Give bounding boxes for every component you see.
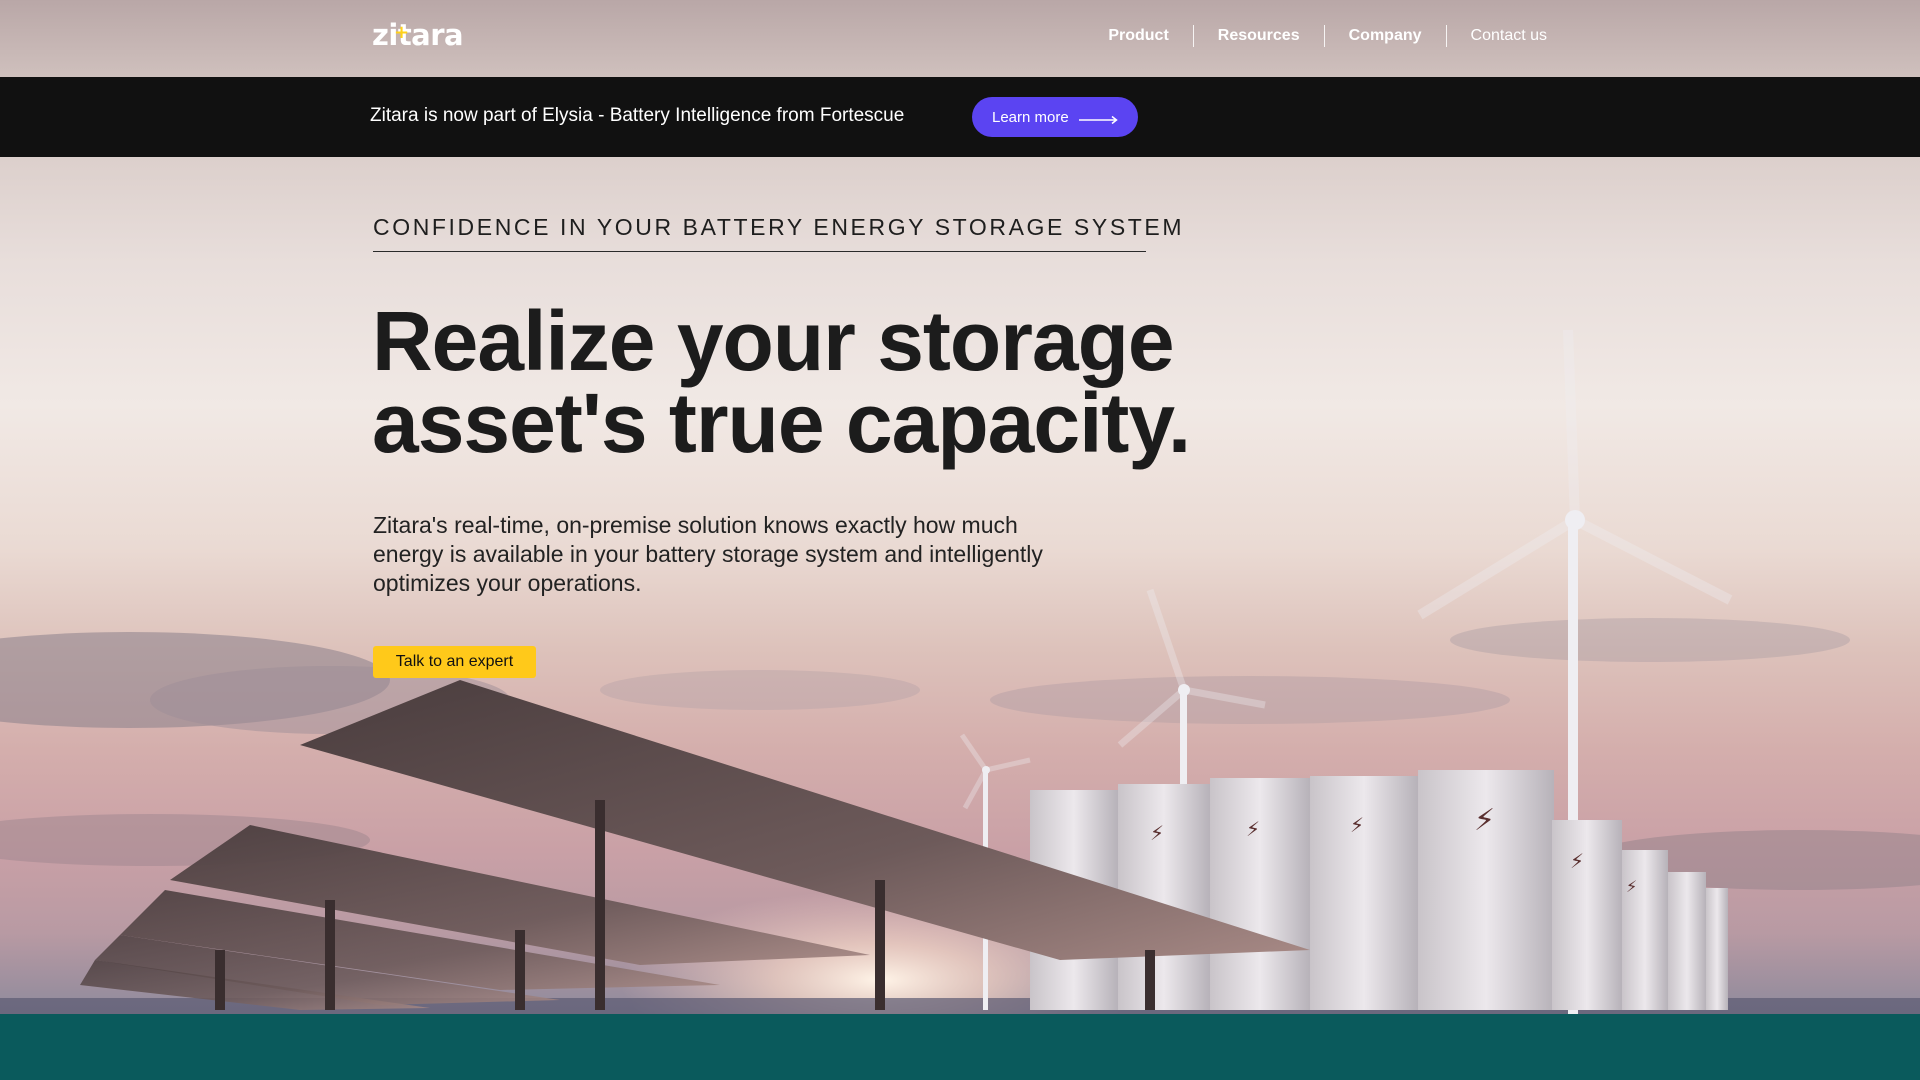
learn-more-button[interactable]: Learn more: [972, 97, 1138, 137]
long-arrow-right-icon: [1078, 112, 1119, 125]
svg-text:⚡: ⚡: [1570, 849, 1584, 873]
page: ⚡ ⚡ ⚡ ⚡ ⚡ ⚡ zitara + Product Resources C…: [0, 0, 1920, 1080]
logo-plus-icon: +: [394, 22, 409, 43]
section-band: [0, 1014, 1920, 1080]
cta-label: Talk to an expert: [395, 653, 514, 670]
hero-eyebrow: CONFIDENCE IN YOUR BATTERY ENERGY STORAG…: [373, 214, 1182, 252]
announcement-bar: Zitara is now part of Elysia - Battery I…: [0, 77, 1920, 157]
nav-item-product[interactable]: Product: [1084, 25, 1192, 47]
hero-headline: Realize your storage asset's true capaci…: [372, 294, 1191, 470]
nav-links: Product Resources Company Contact us: [1084, 25, 1547, 47]
svg-text:⚡: ⚡: [1350, 813, 1364, 837]
talk-to-expert-button[interactable]: Talk to an expert: [373, 646, 536, 678]
nav-item-company[interactable]: Company: [1325, 25, 1446, 47]
nav-item-contact-us[interactable]: Contact us: [1447, 25, 1547, 47]
top-navigation: zitara + Product Resources Company Conta…: [0, 0, 1920, 77]
svg-text:⚡: ⚡: [1150, 821, 1164, 845]
logo-text: zitara: [372, 18, 464, 52]
learn-more-label: Learn more: [992, 108, 1069, 126]
announcement-text: Zitara is now part of Elysia - Battery I…: [370, 105, 905, 126]
nav-item-resources[interactable]: Resources: [1194, 25, 1324, 47]
svg-text:⚡: ⚡: [1246, 817, 1260, 841]
hero-description: Zitara's real-time, on-premise solution …: [373, 512, 1043, 596]
svg-text:⚡: ⚡: [1626, 877, 1637, 896]
zitara-logo[interactable]: zitara +: [372, 18, 464, 52]
svg-text:⚡: ⚡: [1474, 803, 1495, 838]
